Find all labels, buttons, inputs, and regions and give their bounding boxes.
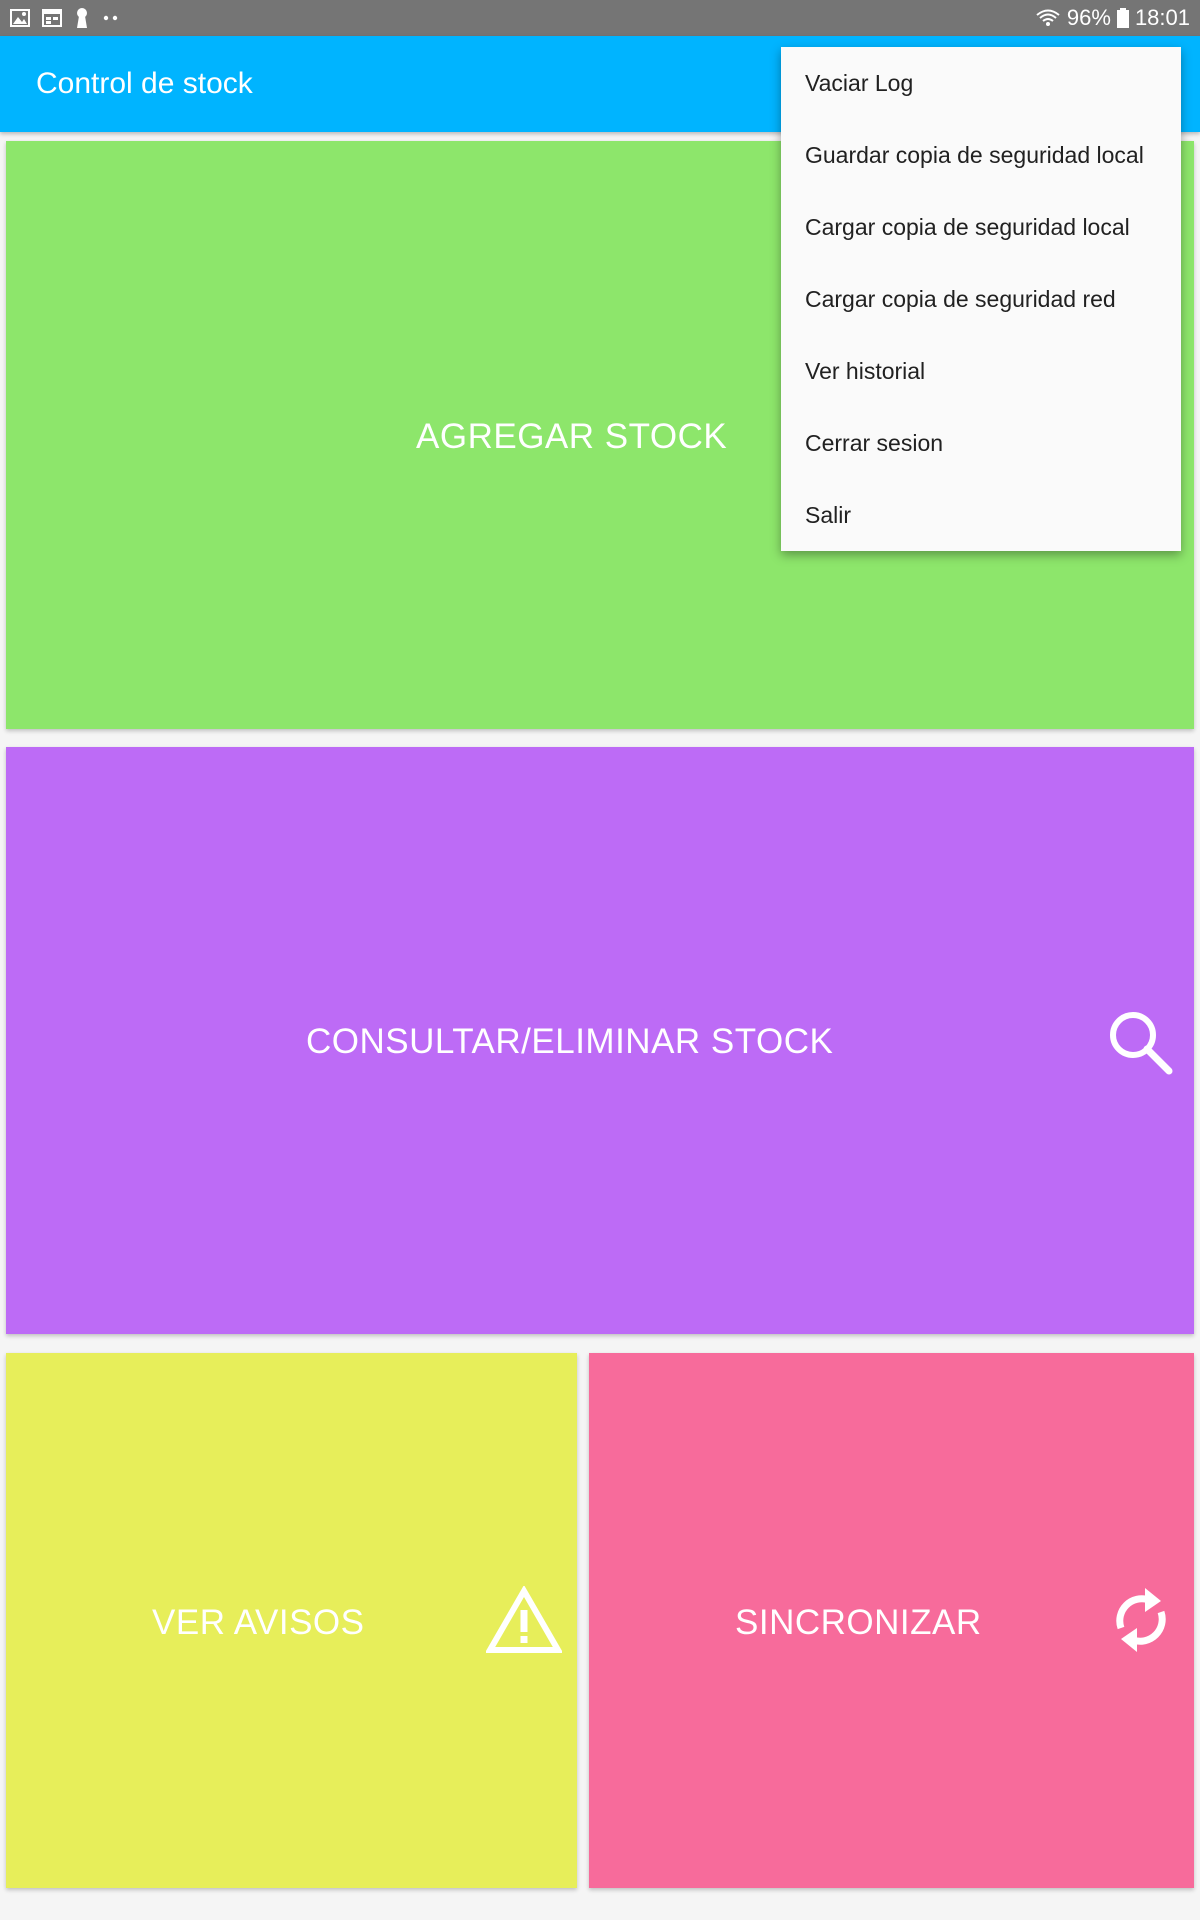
overflow-menu: Vaciar Log Guardar copia de seguridad lo… — [781, 47, 1181, 551]
menu-item-guardar-copia-local[interactable]: Guardar copia de seguridad local — [781, 119, 1181, 191]
menu-item-cargar-copia-red[interactable]: Cargar copia de seguridad red — [781, 263, 1181, 335]
ver-avisos-label: VER AVISOS — [152, 1603, 365, 1642]
battery-percent: 96% — [1066, 5, 1111, 30]
sincronizar-button[interactable]: SINCRONIZAR — [589, 1353, 1194, 1888]
menu-item-salir[interactable]: Salir — [781, 479, 1181, 551]
notification-icons — [10, 6, 120, 30]
sync-icon — [1111, 1582, 1171, 1658]
agregar-stock-label: AGREGAR STOCK — [416, 417, 728, 456]
system-status: 96% 18:01 — [1035, 5, 1190, 30]
keyhole-icon — [74, 7, 90, 29]
search-icon — [1108, 1010, 1174, 1076]
app-title: Control de stock — [36, 67, 253, 100]
menu-item-cerrar-sesion[interactable]: Cerrar sesion — [781, 407, 1181, 479]
menu-item-ver-historial[interactable]: Ver historial — [781, 335, 1181, 407]
warning-icon — [486, 1586, 562, 1654]
calendar-icon — [42, 9, 62, 27]
clock: 18:01 — [1134, 5, 1190, 30]
more-dots-icon — [102, 14, 120, 22]
battery-icon — [1116, 8, 1129, 28]
menu-item-cargar-copia-local[interactable]: Cargar copia de seguridad local — [781, 191, 1181, 263]
menu-item-vaciar-log[interactable]: Vaciar Log — [781, 47, 1181, 119]
consultar-eliminar-stock-label: CONSULTAR/ELIMINAR STOCK — [306, 1022, 834, 1061]
consultar-eliminar-stock-button[interactable]: CONSULTAR/ELIMINAR STOCK — [6, 747, 1194, 1334]
status-bar: 96% 18:01 — [0, 0, 1200, 36]
gallery-icon — [10, 9, 30, 27]
sincronizar-label: SINCRONIZAR — [735, 1603, 982, 1642]
ver-avisos-button[interactable]: VER AVISOS — [6, 1353, 577, 1888]
wifi-icon — [1035, 8, 1061, 28]
